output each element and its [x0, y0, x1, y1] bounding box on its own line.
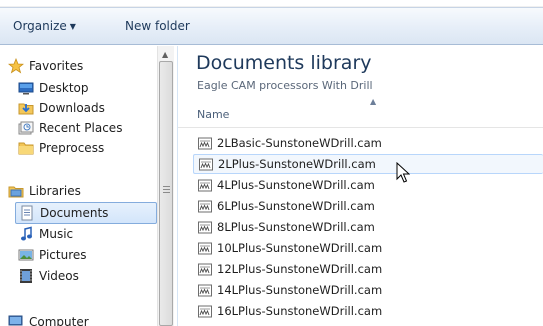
nav-item-label: Downloads: [39, 101, 105, 115]
file-name: 6LPlus-SunstoneWDrill.cam: [217, 199, 375, 213]
file-name: 16LPlus-SunstoneWDrill.cam: [217, 304, 383, 318]
star-icon: [8, 58, 24, 74]
nav-favorites[interactable]: Favorites: [8, 55, 83, 77]
cam-file-icon: [198, 305, 212, 318]
file-name: 12LPlus-SunstoneWDrill.cam: [217, 262, 383, 276]
window-top-edge: [0, 0, 543, 7]
navigation-scrollbar[interactable]: ▲: [157, 46, 174, 326]
nav-item-preprocess[interactable]: Preprocess: [18, 137, 104, 159]
libraries-icon: [8, 186, 24, 198]
cam-file-icon: [198, 221, 212, 234]
nav-item-recent-places[interactable]: Recent Places: [18, 117, 122, 139]
file-row[interactable]: 6LPlus-SunstoneWDrill.cam: [193, 196, 543, 216]
cam-file-icon: [199, 158, 213, 171]
cam-file-icon: [198, 200, 212, 213]
scrollbar-thumb[interactable]: [159, 61, 173, 326]
file-row[interactable]: 10LPlus-SunstoneWDrill.cam: [193, 238, 543, 258]
computer-icon: [8, 315, 23, 326]
new-folder-button[interactable]: New folder: [125, 19, 190, 33]
nav-item-label: Documents: [40, 206, 109, 220]
file-name: 10LPlus-SunstoneWDrill.cam: [217, 241, 383, 255]
organize-button[interactable]: Organize ▼: [13, 19, 76, 33]
nav-item-label: Recent Places: [39, 121, 123, 135]
chevron-down-icon: ▼: [69, 22, 76, 31]
file-row[interactable]: 16LPlus-SunstoneWDrill.cam: [193, 301, 543, 321]
nav-favorites-label: Favorites: [29, 59, 84, 73]
cam-file-icon: [198, 179, 212, 192]
nav-item-label: Videos: [39, 269, 79, 283]
cam-file-icon: [198, 263, 212, 276]
file-name: 14LPlus-SunstoneWDrill.cam: [217, 283, 383, 297]
file-row[interactable]: 2LPlus-SunstoneWDrill.cam: [193, 154, 543, 174]
nav-item-desktop[interactable]: Desktop: [18, 77, 89, 99]
file-row[interactable]: 2LBasic-SunstoneWDrill.cam: [193, 133, 543, 153]
nav-item-videos[interactable]: Videos: [18, 265, 79, 287]
file-row[interactable]: 4LPlus-SunstoneWDrill.cam: [193, 175, 543, 195]
cam-file-icon: [198, 137, 212, 150]
nav-computer-label: Computer: [29, 315, 89, 326]
column-header-name[interactable]: Name: [197, 108, 229, 121]
file-row[interactable]: 8LPlus-SunstoneWDrill.cam: [193, 217, 543, 237]
nav-item-music[interactable]: Music: [18, 223, 73, 245]
nav-item-label: Pictures: [39, 248, 87, 262]
mouse-pointer-icon: [396, 162, 410, 183]
file-row[interactable]: 14LPlus-SunstoneWDrill.cam: [193, 280, 543, 300]
scroll-up-icon[interactable]: ▲: [162, 50, 168, 59]
sort-ascending-icon: ▲: [370, 97, 377, 106]
folder-icon: [18, 142, 34, 155]
pictures-icon: [18, 249, 34, 261]
organize-label: Organize: [13, 19, 67, 33]
library-title: Documents library: [196, 52, 372, 74]
downloads-icon: [18, 103, 34, 115]
recent-places-icon: [18, 121, 34, 135]
nav-libraries-label: Libraries: [29, 184, 81, 198]
cam-file-icon: [198, 242, 212, 255]
nav-item-label: Desktop: [39, 81, 89, 95]
file-row[interactable]: 12LPlus-SunstoneWDrill.cam: [193, 259, 543, 279]
file-name: 4LPlus-SunstoneWDrill.cam: [217, 178, 375, 192]
column-header-row: ▲ Name: [178, 97, 543, 128]
file-name: 2LBasic-SunstoneWDrill.cam: [217, 136, 382, 150]
grip-icon: [163, 186, 170, 193]
nav-item-label: Preprocess: [39, 141, 105, 155]
desktop-icon: [18, 82, 34, 95]
nav-computer[interactable]: Computer: [8, 311, 89, 326]
nav-item-documents[interactable]: Documents: [15, 202, 157, 224]
documents-icon: [21, 205, 33, 221]
file-name: 2LPlus-SunstoneWDrill.cam: [218, 157, 376, 171]
nav-item-downloads[interactable]: Downloads: [18, 97, 105, 119]
library-subtitle: Eagle CAM processors With Drill: [197, 79, 373, 92]
navigation-pane: Favorites Desktop Downloads Recent Place…: [0, 46, 178, 326]
videos-icon: [20, 269, 32, 283]
nav-item-label: Music: [39, 227, 74, 241]
nav-item-pictures[interactable]: Pictures: [18, 244, 87, 266]
cam-file-icon: [198, 284, 212, 297]
nav-libraries[interactable]: Libraries: [8, 180, 81, 202]
music-icon: [21, 226, 32, 241]
file-name: 8LPlus-SunstoneWDrill.cam: [217, 220, 375, 234]
command-bar: Organize ▼ New folder: [0, 7, 543, 45]
